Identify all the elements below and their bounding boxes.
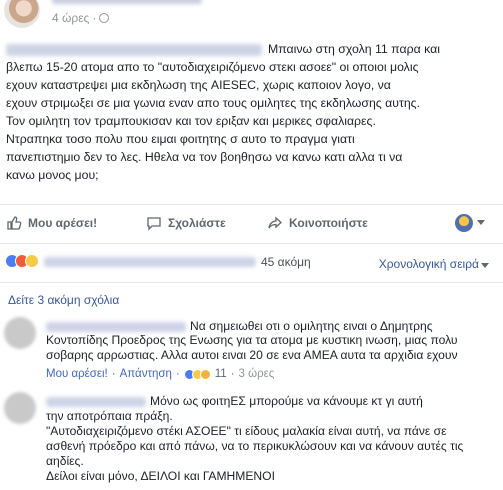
divider: [0, 243, 503, 244]
post-line: εχουν καταστρεψει μια εκδηλωση της AIESE…: [6, 78, 391, 92]
post-actions: Μου αρέσει! Σχολιάστε Κοινοποιήστε: [0, 210, 503, 236]
divider: [0, 204, 503, 205]
post-line: Ντραπηκα τοσο πολυ που ειμαι φοιτητης σ …: [6, 132, 355, 146]
reactions-summary[interactable]: 45 ακόμη Χρονολογική σειρά: [0, 254, 503, 272]
like-button[interactable]: Μου αρέσει!: [6, 215, 97, 231]
reactions-more-count[interactable]: 45 ακόμη: [261, 255, 311, 269]
like-label: Μου αρέσει!: [28, 216, 98, 230]
comment-text: Να σημειωθει οτι ο ομιλητης ειναι ο Δημη…: [46, 319, 458, 362]
comment-reactions[interactable]: [183, 368, 211, 380]
comment-item: Να σημειωθει οτι ο ομιλητης ειναι ο Δημη…: [0, 317, 503, 387]
post-line: κανω μονος μου;: [6, 168, 99, 182]
globe-icon: [99, 13, 110, 23]
comment-like-link[interactable]: Μου αρέσει!: [46, 368, 108, 380]
comment-icon: [147, 217, 161, 231]
divider: [0, 282, 503, 283]
post-line: βλεπω 15-20 ατομα απο το "αυτοδιαχειριζό…: [6, 60, 419, 74]
comment-button[interactable]: Σχολιάστε: [146, 215, 226, 231]
author-avatar[interactable]: [4, 0, 40, 28]
comment-time[interactable]: 3 ώρες: [239, 368, 275, 380]
post-body: Μπαινω στη σχολη 11 παρα και βλεπω 15-20…: [6, 40, 496, 184]
post-line: εχουν στριμωξει σε μια γωνια εναν απο το…: [6, 96, 421, 110]
sort-dropdown[interactable]: Χρονολογική σειρά: [379, 257, 479, 271]
commenter-name-redacted[interactable]: [46, 321, 186, 332]
comment-label: Σχολιάστε: [168, 216, 226, 230]
share-icon: [268, 216, 282, 229]
viewer-avatar[interactable]: [455, 214, 473, 232]
mentioned-name-redacted[interactable]: [6, 43, 262, 56]
commenter-name-redacted[interactable]: [46, 396, 146, 407]
post-line: Τον ομιλητη τον τραμπουκισαν και τον ερι…: [6, 114, 376, 128]
share-button[interactable]: Κοινοποιήστε: [267, 215, 368, 231]
chevron-down-icon[interactable]: [481, 263, 489, 268]
comment-text: Μόνο ως φοιτηΕΣ μπορούμε να κάνουμε κτ γ…: [46, 394, 464, 483]
post-time[interactable]: 4 ώρες: [52, 11, 89, 25]
comment-item: Μόνο ως φοιτηΕΣ μπορούμε να κάνουμε κτ γ…: [0, 392, 503, 490]
comment-reactions-count[interactable]: 11: [215, 368, 227, 380]
comment-reply-link[interactable]: Απάντηση: [120, 368, 172, 380]
post-timestamp[interactable]: 4 ώρες ·: [52, 11, 110, 25]
separator: ·: [92, 11, 97, 25]
commenter-avatar[interactable]: [4, 317, 36, 349]
view-more-comments-link[interactable]: Δείτε 3 ακόμη σχόλια: [8, 293, 119, 307]
chevron-down-icon[interactable]: [477, 220, 485, 225]
share-label: Κοινοποιήστε: [289, 216, 368, 230]
post-header: 4 ώρες ·: [0, 0, 503, 30]
sad-reaction-icon: [25, 254, 39, 268]
author-name-redacted[interactable]: [52, 0, 202, 4]
post-line: Μπαινω στη σχολη 11 παρα και: [6, 40, 496, 58]
commenter-avatar[interactable]: [4, 392, 36, 424]
likers-names-redacted[interactable]: [44, 257, 256, 267]
post-line: πανεπιστημιο δεν το λες. Ηθελα να τον βο…: [6, 150, 403, 164]
sad-reaction-icon: [199, 368, 211, 380]
comment-meta: Μου αρέσει! · Απάντηση · 11 · 3 ώρες: [46, 368, 275, 380]
thumbs-up-icon: [7, 216, 22, 230]
